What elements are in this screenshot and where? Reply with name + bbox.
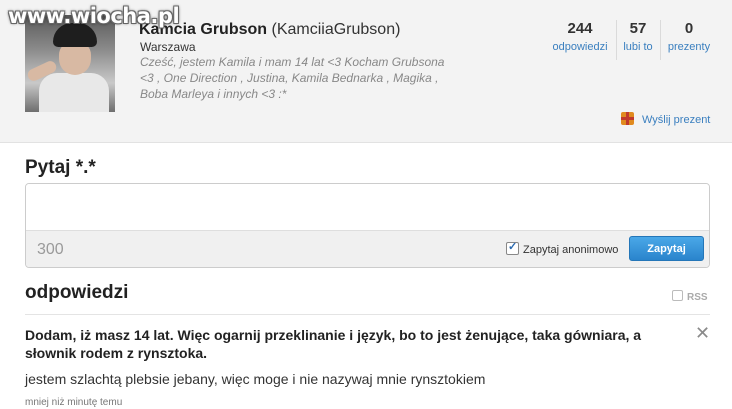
rss-label: RSS [687, 292, 708, 303]
send-gift-label: Wyślij prezent [642, 114, 711, 126]
ask-box: 300 Zapytaj anonimowo Zapytaj [25, 183, 710, 268]
ask-submit-button[interactable]: Zapytaj [629, 236, 704, 261]
avatar[interactable] [25, 15, 115, 112]
stat-likes-label: lubi to [623, 41, 653, 53]
close-icon[interactable]: ✕ [695, 323, 710, 344]
profile-location: Warszawa [140, 40, 196, 54]
anonymous-checkbox[interactable] [506, 240, 519, 255]
ask-title: Pytaj *.* [25, 157, 96, 178]
ask-footer: 300 Zapytaj anonimowo Zapytaj [26, 230, 709, 267]
stat-gifts[interactable]: 0 prezenty [664, 20, 714, 53]
answers-title: odpowiedzi [25, 282, 129, 303]
anonymous-label: Zapytaj anonimowo [523, 244, 619, 256]
avatar-body [39, 73, 109, 112]
char-counter: 300 [37, 241, 64, 258]
gift-icon [621, 112, 634, 125]
stat-answers[interactable]: 244 odpowiedzi [548, 20, 612, 53]
anonymous-toggle[interactable]: Zapytaj anonimowo [506, 240, 619, 256]
rss-link[interactable]: RSS [672, 290, 708, 303]
answer-timestamp[interactable]: mniej niż minutę temu [25, 397, 122, 408]
question-text: Dodam, iż masz 14 lat. Więc ogarnij prze… [25, 327, 642, 361]
stat-gifts-label: prezenty [667, 41, 711, 53]
stat-divider [660, 20, 661, 60]
send-gift-link[interactable]: Wyślij prezent [621, 112, 710, 126]
watermark: www.wiocha.pl [8, 4, 180, 28]
answer-text: jestem szlachtą plebsie jebany, więc mog… [25, 371, 486, 387]
stat-likes[interactable]: 57 lubi to [620, 20, 656, 53]
stat-likes-value: 57 [629, 20, 647, 37]
rss-icon [672, 290, 683, 301]
stat-answers-value: 244 [567, 20, 593, 37]
stat-answers-label: odpowiedzi [552, 41, 608, 53]
profile-bio: Cześć, jestem Kamila i mam 14 lat <3 Koc… [140, 55, 445, 101]
stat-divider [616, 20, 617, 60]
stat-gifts-value: 0 [684, 20, 694, 37]
divider [25, 314, 710, 315]
profile-username: (KamciiaGrubson) [271, 21, 401, 38]
question-input[interactable] [26, 184, 709, 230]
